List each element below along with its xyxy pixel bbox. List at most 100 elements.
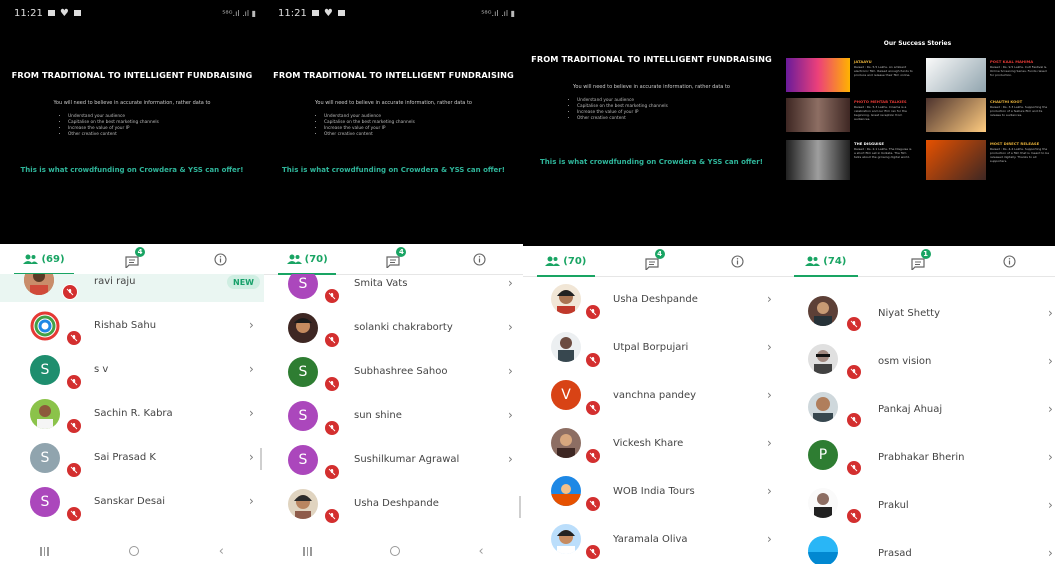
chevron-right-icon[interactable]: › — [249, 494, 254, 508]
participant-row[interactable]: V vanchna pandey › — [523, 374, 780, 422]
slide-bullet: Other creative content — [324, 132, 415, 138]
story-thumbnail[interactable] — [786, 98, 850, 132]
participant-row[interactable]: P Prabhakar Bherin › — [780, 434, 1055, 482]
slide-intro: You will need to believe in accurate inf… — [573, 84, 730, 90]
scrollbar[interactable] — [519, 496, 521, 518]
home-icon[interactable] — [390, 546, 401, 556]
heart-icon: ♥ — [323, 7, 333, 19]
chevron-right-icon[interactable]: › — [1048, 498, 1053, 512]
info-icon — [731, 254, 744, 268]
scrollbar[interactable] — [260, 448, 262, 470]
chevron-right-icon[interactable]: › — [249, 450, 254, 464]
participant-row[interactable]: Rishab Sahu › — [0, 304, 264, 348]
participant-row[interactable]: Usha Deshpande › — [523, 278, 780, 326]
participant-name: Niyat Shetty — [878, 308, 941, 319]
participant-row[interactable]: WOB India Tours › — [523, 470, 780, 518]
mic-muted-icon — [324, 288, 340, 304]
participant-row[interactable]: S Sai Prasad K › — [0, 436, 264, 480]
recent-apps-icon[interactable] — [40, 546, 49, 556]
participant-row[interactable]: S s v › — [0, 348, 264, 392]
chevron-right-icon[interactable]: › — [508, 452, 513, 466]
chevron-right-icon[interactable]: › — [508, 408, 513, 422]
story-thumbnail[interactable] — [926, 58, 986, 92]
participant-row[interactable]: S Sushilkumar Agrawal › — [264, 438, 523, 482]
chevron-right-icon[interactable]: › — [1048, 546, 1053, 560]
tab-participants[interactable]: (70) — [264, 244, 350, 275]
back-icon[interactable]: ‹ — [219, 544, 224, 559]
tab-info[interactable] — [963, 246, 1055, 276]
chevron-right-icon[interactable]: › — [767, 532, 772, 546]
tab-chat[interactable]: 1 — [872, 246, 964, 276]
participant-row[interactable]: solanki chakraborty › — [264, 306, 523, 350]
android-nav-bar: ‹ — [264, 538, 523, 564]
chevron-right-icon[interactable]: › — [767, 340, 772, 354]
tab-chat[interactable]: 4 — [350, 244, 436, 274]
participants-count: (70) — [304, 253, 328, 265]
tab-chat[interactable]: 4 — [88, 244, 176, 274]
chevron-right-icon[interactable]: › — [249, 362, 254, 376]
tab-info[interactable] — [176, 244, 264, 274]
slide-tagline: This is what crowdfunding on Crowdera & … — [20, 166, 244, 174]
chevron-right-icon[interactable]: › — [767, 484, 772, 498]
participant-row[interactable]: Sachin R. Kabra › — [0, 392, 264, 436]
participant-row[interactable]: Prakul › — [780, 482, 1055, 530]
people-icon — [545, 256, 561, 266]
tab-chat[interactable]: 4 — [609, 246, 695, 276]
recent-apps-icon[interactable] — [303, 546, 312, 556]
participant-row[interactable]: Vickesh Khare › — [523, 422, 780, 470]
participant-row[interactable]: Pankaj Ahuaj › — [780, 386, 1055, 434]
tab-participants[interactable]: (69) — [0, 244, 88, 275]
chevron-right-icon[interactable]: › — [508, 276, 513, 290]
chevron-right-icon[interactable]: › — [1048, 402, 1053, 416]
chevron-right-icon[interactable]: › — [1048, 450, 1053, 464]
chevron-right-icon[interactable]: › — [508, 364, 513, 378]
chevron-right-icon[interactable]: › — [767, 436, 772, 450]
participant-list[interactable]: Usha Deshpande › Utpal Borpujari › V van… — [523, 278, 780, 564]
participant-row[interactable]: osm vision › — [780, 338, 1055, 386]
participant-row[interactable]: S sun shine › — [264, 394, 523, 438]
participants-count: (74) — [823, 255, 847, 267]
participant-list[interactable]: Niyat Shetty › osm vision › Pankaj Ahuaj… — [780, 278, 1055, 564]
tab-participants[interactable]: (74) — [780, 246, 872, 277]
tab-bar: (70) 4 — [264, 244, 523, 275]
presentation-video[interactable]: FROM TRADITIONAL TO INTELLIGENT FUNDRAIS… — [523, 0, 780, 246]
participant-row[interactable]: Prasad › — [780, 530, 1055, 564]
chevron-right-icon[interactable]: › — [249, 318, 254, 332]
chevron-right-icon[interactable]: › — [508, 320, 513, 334]
chevron-right-icon[interactable]: › — [767, 388, 772, 402]
slide-title: FROM TRADITIONAL TO INTELLIGENT FUNDRAIS… — [11, 70, 253, 80]
avatar-initial: S — [298, 452, 308, 468]
story-thumbnail[interactable] — [926, 140, 986, 180]
tab-info[interactable] — [437, 244, 523, 274]
participant-list[interactable]: ravi raju NEW Rishab Sahu › S s v › Sach… — [0, 274, 264, 538]
participant-row[interactable]: S Smita Vats › — [264, 274, 523, 306]
chat-unread-badge: 1 — [920, 249, 931, 259]
chevron-right-icon[interactable]: › — [249, 406, 254, 420]
presentation-video[interactable]: Our Success Stories JATAAYU Raised : Rs.… — [780, 0, 1055, 246]
slide-tagline: This is what crowdfunding on Crowdera & … — [282, 166, 505, 174]
presentation-video[interactable]: 11:21 ♥ ⁵⁸ᴳ.ıl .ıl ▮ FROM TRADITIONAL TO … — [0, 0, 264, 244]
phone-screen-2: 11:21 ♥ ⁵⁸ᴳ.ıl .ıl ▮ FROM TRADITIONAL TO … — [264, 0, 523, 564]
participant-row[interactable]: S Subhashree Sahoo › — [264, 350, 523, 394]
chevron-right-icon[interactable]: › — [1048, 354, 1053, 368]
participant-row[interactable]: Usha Deshpande — [264, 482, 523, 526]
mic-muted-icon — [324, 376, 340, 392]
participant-row[interactable]: ravi raju NEW — [0, 274, 264, 302]
back-icon[interactable]: ‹ — [479, 544, 484, 559]
tab-participants[interactable]: (70) — [523, 246, 609, 277]
chevron-right-icon[interactable]: › — [767, 292, 772, 306]
story-thumbnail[interactable] — [786, 140, 850, 180]
participant-row[interactable]: Utpal Borpujari › — [523, 326, 780, 374]
home-icon[interactable] — [128, 546, 139, 556]
tab-info[interactable] — [694, 246, 780, 276]
chevron-right-icon[interactable]: › — [1048, 306, 1053, 320]
participant-row[interactable]: Niyat Shetty › — [780, 290, 1055, 338]
participant-list[interactable]: S Smita Vats › solanki chakraborty › S S… — [264, 274, 523, 538]
notification-icon — [47, 10, 55, 16]
mic-muted-icon — [846, 460, 862, 476]
participant-row[interactable]: S Sanskar Desai › — [0, 480, 264, 524]
participant-row[interactable]: Yaramala Oliva › — [523, 518, 780, 564]
story-thumbnail[interactable] — [786, 58, 850, 92]
story-thumbnail[interactable] — [926, 98, 986, 132]
presentation-video[interactable]: 11:21 ♥ ⁵⁸ᴳ.ıl .ıl ▮ FROM TRADITIONAL TO … — [264, 0, 523, 244]
